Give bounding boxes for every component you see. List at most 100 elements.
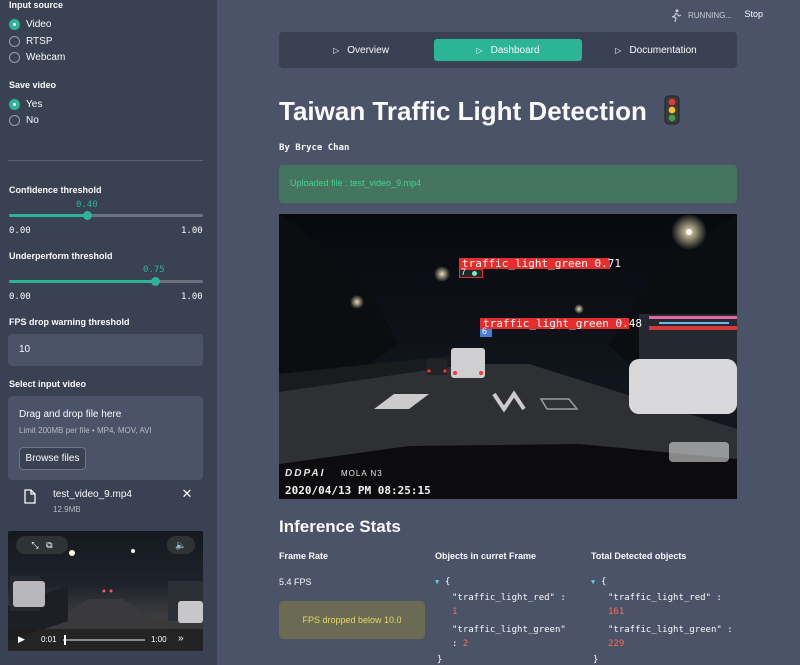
dashcam-model: MOLA N3 [341,469,383,478]
tab-overview[interactable]: ▷ Overview [287,39,435,61]
running-status: RUNNING... [671,9,732,22]
input-source-label: Input source [9,0,64,10]
radio-video[interactable]: Video [9,19,51,30]
confidence-label: Confidence threshold [9,185,102,195]
green-light-icon [472,271,477,276]
json-brace: } [593,655,599,665]
confidence-max: 1.00 [181,226,203,236]
radio-dot-icon [9,99,20,110]
total-time: 1:00 [151,635,167,644]
underperform-slider[interactable] [9,277,203,286]
seek-thumb[interactable] [64,635,67,645]
underperform-min: 0.00 [9,292,31,302]
json-value: 1 [452,607,458,617]
confidence-slider[interactable] [9,211,203,220]
tab-documentation[interactable]: ▷ Documentation [582,39,730,61]
pip-icon[interactable]: ⧉ [46,540,52,550]
json-key: "traffic_light_red" [452,593,555,603]
json-key: "traffic_light_red" [608,593,711,603]
divider [8,160,203,161]
json-brace: { [601,577,607,587]
player-control-bar: ▶ 0:01 1:00 » [8,629,203,651]
detection-label: traffic_light_green 0.48 [480,317,642,330]
radio-label: Yes [26,99,43,110]
play-outline-icon: ▷ [615,45,622,55]
running-man-icon [671,9,681,22]
collapse-caret-icon[interactable]: ▼ [591,574,595,590]
radio-dot-icon [9,115,20,126]
browse-files-button[interactable]: Browse files [19,447,86,470]
video-player[interactable]: ⤡ ⧉ 🔈 ▶ 0:01 1:00 » [8,531,203,651]
underperform-value: 0.75 [143,265,165,275]
upload-success-message: Uploaded file : test_video_9.mp4 [279,165,737,203]
current-time: 0:01 [41,635,57,644]
file-dropzone[interactable]: Drag and drop file here Limit 200MB per … [8,396,203,480]
fullscreen-icon[interactable]: ⤡ [31,540,38,550]
frame-rate-header: Frame Rate [279,551,329,561]
page-title: Taiwan Traffic Light Detection [279,95,680,127]
stop-button[interactable]: Stop [744,9,763,19]
slider-thumb[interactable] [82,211,92,220]
video-timestamp: 2020/04/13 PM 08:25:15 [285,484,431,497]
radio-label: No [26,115,39,126]
fps-warning-input[interactable]: 10 [8,334,203,366]
file-size: 12.9MB [53,505,81,514]
radio-dot-icon [9,19,20,30]
radio-label: RTSP [26,36,53,47]
close-icon[interactable]: ✕ [180,486,194,502]
detection-label: traffic_light_green 0.71 [459,257,621,270]
frame-rate-value: 5.4 FPS [279,577,312,587]
confidence-value: 0.40 [76,200,98,210]
underperform-label: Underperform threshold [9,251,113,261]
json-value: 2 [462,639,469,649]
confidence-min: 0.00 [9,226,31,236]
title-text: Taiwan Traffic Light Detection [279,96,647,126]
radio-dot-icon [9,36,20,47]
radio-label: Video [26,19,52,30]
json-value: 229 [608,639,625,649]
slider-fill [9,280,155,283]
radio-label: Webcam [26,52,66,63]
radio-yes[interactable]: Yes [9,99,42,110]
radio-no[interactable]: No [9,115,39,126]
detection-label-text: traffic_light_green 0.71 [462,257,621,270]
seek-bar[interactable] [63,635,145,645]
fps-warning-alert: FPS dropped below 10.0 [279,601,425,639]
total-detected-header: Total Detected objects [591,551,687,561]
file-icon [24,489,36,507]
tab-label: Documentation [629,44,697,56]
slider-fill [9,214,87,217]
radio-webcam[interactable]: Webcam [9,52,65,63]
volume-icon[interactable]: 🔈 [167,536,195,554]
current-frame-header: Objects in curret Frame [435,551,537,561]
sidebar: Input source Video RTSP Webcam Save vide… [0,0,217,665]
play-outline-icon: ▷ [333,45,340,55]
more-controls-icon[interactable]: » [178,633,184,644]
dashcam-brand: DDPAI [285,468,326,479]
fps-warning-label: FPS drop warning threshold [9,317,130,327]
status-text: RUNNING... [688,11,732,20]
radio-rtsp[interactable]: RTSP [9,36,53,47]
save-video-label: Save video [9,80,57,90]
fullscreen-pip-controls[interactable]: ⤡ ⧉ [16,536,68,554]
detection-id: 6 [482,326,488,336]
underperform-max: 1.00 [181,292,203,302]
json-key: "traffic_light_green" [452,625,566,635]
author-byline: By Bryce Chan [279,143,350,153]
nav-menu: ▷ Overview ▷ Dashboard ▷ Documentation [279,32,737,68]
collapse-caret-icon[interactable]: ▼ [435,574,439,590]
uploaded-file-row: test_video_9.mp4 12.9MB ✕ [8,486,203,516]
detection-box: 6 [480,326,492,337]
traffic-light-icon [664,95,680,125]
detection-video-frame: traffic_light_green 0.71 7 traffic_light… [279,214,737,499]
play-icon[interactable]: ▶ [18,634,25,645]
tab-label: Overview [347,44,389,56]
detection-id: 7 [461,267,467,277]
main-content: RUNNING... Stop ▷ Overview ▷ Dashboard ▷ Do… [217,0,800,665]
slider-thumb[interactable] [150,277,160,286]
select-video-label: Select input video [9,379,87,389]
file-name: test_video_9.mp4 [53,489,132,500]
dropzone-limit: Limit 200MB per file • MP4, MOV, AVI [19,426,152,435]
radio-dot-icon [9,52,20,63]
tab-dashboard[interactable]: ▷ Dashboard [434,39,582,61]
